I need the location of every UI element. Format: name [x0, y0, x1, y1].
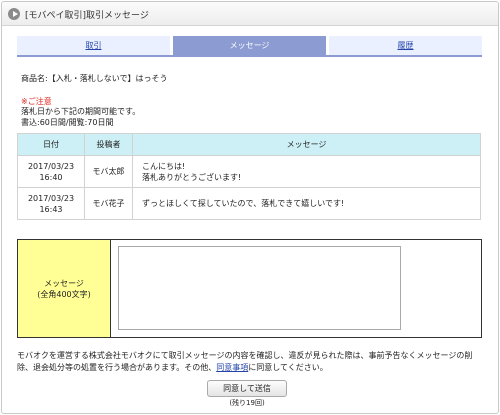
remaining-count: (残り19回)	[229, 399, 265, 407]
message-form: メッセージ (全角400文字)	[17, 239, 482, 338]
date-text: 2017/03/23	[27, 161, 75, 171]
message-body: こんにちは! 落札ありがとうございます!	[132, 155, 481, 188]
tab-underline	[17, 55, 482, 57]
notice-text-end: に同意してください。	[248, 363, 328, 372]
message-date: 2017/03/23 16:43	[17, 187, 85, 220]
caution-text-2: 書込:60日間/閲覧:70日間	[21, 118, 114, 127]
message-date: 2017/03/23 16:40	[17, 155, 85, 188]
message-line: ずっとほしくて探していたので、落札できて嬉しいです!	[142, 199, 345, 208]
message-poster: モバ花子	[84, 187, 133, 220]
table-header-row: 日付 投稿者 メッセージ	[17, 133, 481, 156]
table-row: 2017/03/23 16:43 モバ花子 ずっとほしくて探していたので、落札で…	[17, 187, 481, 220]
title-bar: [モバペイ取引]取引メッセージ	[2, 2, 498, 26]
product-name: 商品名:【入札・落札しないで】はっそう	[21, 74, 168, 83]
column-header-date: 日付	[17, 133, 85, 156]
window-title: [モバペイ取引]取引メッセージ	[25, 11, 149, 21]
tab-history[interactable]: 履歴	[329, 36, 482, 55]
message-line: 落札ありがとうございます!	[142, 172, 242, 182]
table-row: 2017/03/23 16:40 モバ太郎 こんにちは! 落札ありがとうございま…	[17, 155, 481, 188]
tab-transaction[interactable]: 取引	[17, 36, 170, 55]
date-text: 2017/03/23	[27, 193, 75, 203]
tab-bar: 取引 メッセージ 履歴	[17, 36, 482, 55]
tab-message[interactable]: メッセージ	[173, 36, 326, 55]
column-header-message: メッセージ	[132, 133, 481, 156]
agree-and-send-button[interactable]: 同意して送信	[207, 380, 287, 397]
terms-notice: モバオクを運営する株式会社モバオクにて取引メッセージの内容を確認し、違反が見られ…	[17, 350, 485, 374]
agreement-link[interactable]: 同意事項	[216, 363, 248, 372]
label-text: メッセージ	[44, 279, 84, 288]
time-text: 16:40	[39, 172, 63, 182]
message-table: 日付 投稿者 メッセージ 2017/03/23 16:40 モバ太郎 こんにちは…	[17, 133, 481, 220]
column-header-poster: 投稿者	[84, 133, 133, 156]
char-limit-text: (全角400文字)	[37, 290, 91, 299]
caution-text-1: 落札日から下記の期間可能です。	[21, 107, 141, 116]
play-circle-icon	[8, 8, 20, 20]
message-field-label: メッセージ (全角400文字)	[18, 240, 111, 337]
message-textarea[interactable]	[118, 246, 401, 330]
message-poster: モバ太郎	[84, 155, 133, 188]
message-line: こんにちは!	[142, 161, 186, 171]
time-text: 16:43	[39, 204, 63, 214]
message-body: ずっとほしくて探していたので、落札できて嬉しいです!	[132, 187, 481, 220]
